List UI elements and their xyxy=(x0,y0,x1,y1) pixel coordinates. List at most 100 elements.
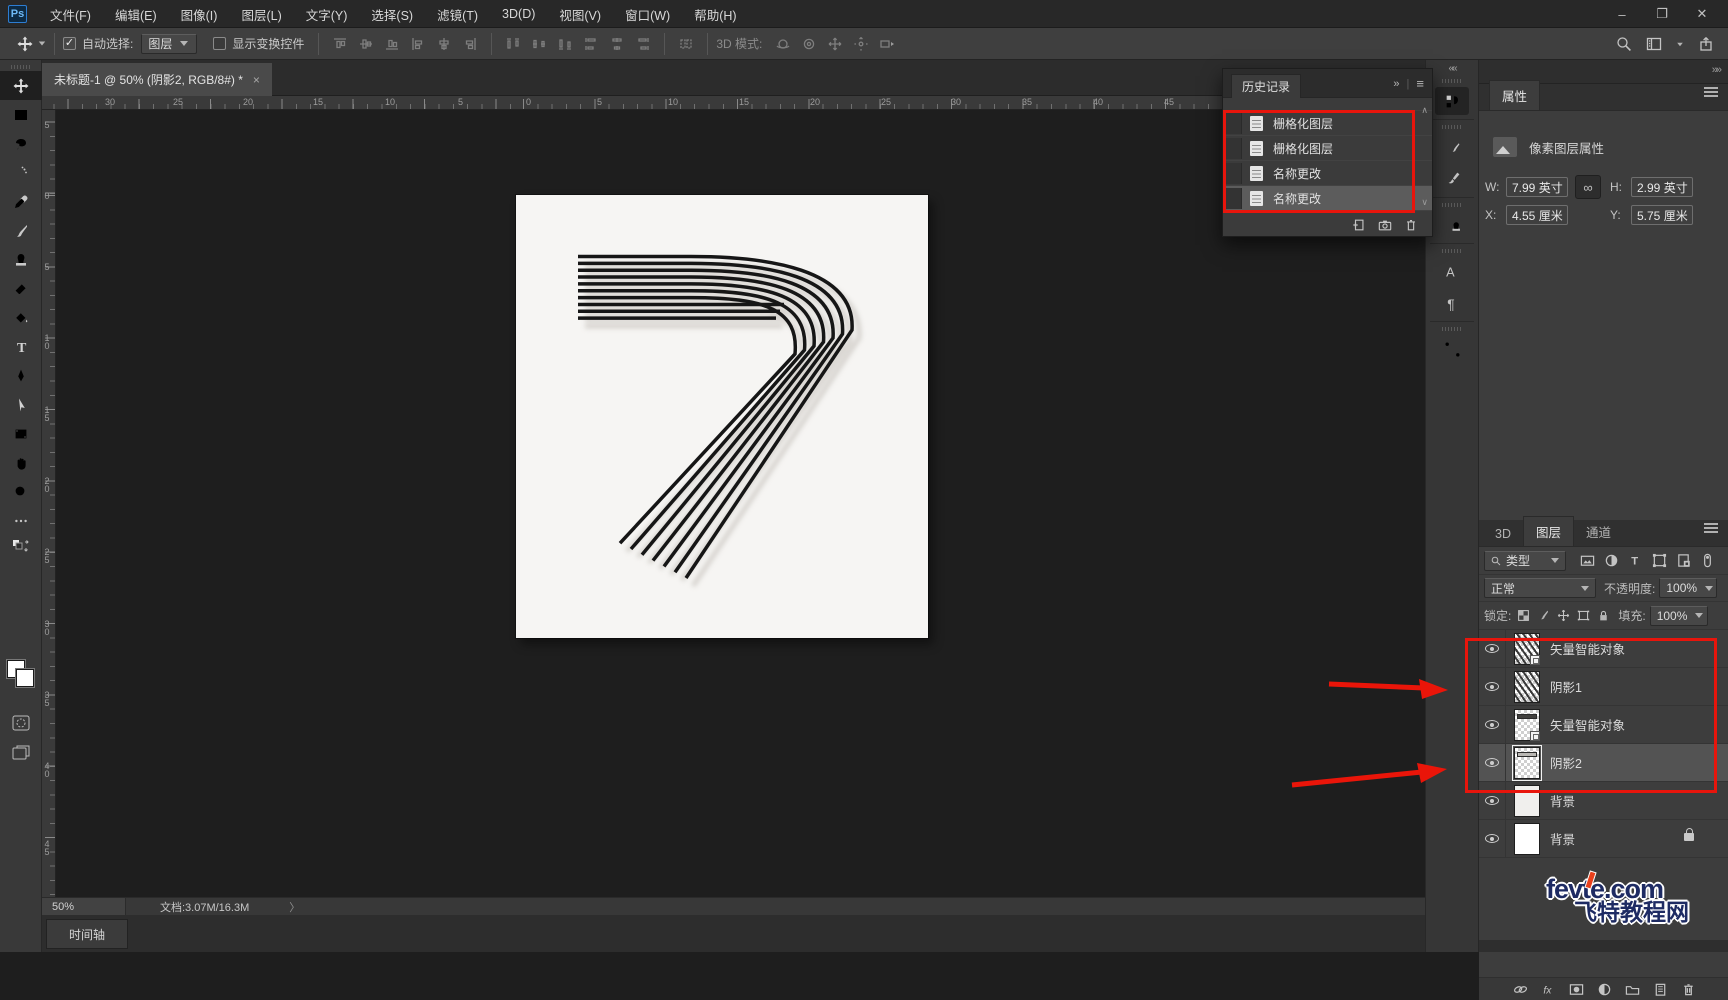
3d-slide-icon[interactable] xyxy=(850,33,872,55)
tool-eyedropper[interactable] xyxy=(0,187,42,216)
tool-zoom[interactable] xyxy=(0,477,42,506)
layer-name[interactable]: 矢量智能对象 xyxy=(1550,715,1625,734)
menu-item-6[interactable]: 滤镜(T) xyxy=(427,1,488,28)
history-item-1[interactable]: 栅格化图层 xyxy=(1223,136,1432,161)
menu-item-5[interactable]: 选择(S) xyxy=(361,1,423,28)
layer-name[interactable]: 阴影2 xyxy=(1550,753,1582,772)
history-source-checkbox[interactable] xyxy=(1225,138,1242,159)
tab-layers[interactable]: 图层 xyxy=(1523,516,1574,546)
tab-channels[interactable]: 通道 xyxy=(1574,517,1623,546)
link-dimensions-button[interactable]: ∞ xyxy=(1575,175,1601,199)
chevron-down-icon[interactable] xyxy=(1677,42,1683,46)
panel-button-character[interactable]: A xyxy=(1435,257,1469,285)
layer-thumbnail[interactable] xyxy=(1514,671,1540,703)
history-source-checkbox[interactable] xyxy=(1225,163,1242,184)
tool-quick-select[interactable] xyxy=(0,158,42,187)
layer-thumbnail[interactable] xyxy=(1514,633,1540,665)
visibility-toggle[interactable] xyxy=(1479,744,1506,782)
filter-toggle-icon[interactable] xyxy=(1700,553,1715,568)
layer-name[interactable]: 阴影1 xyxy=(1550,677,1582,696)
document-tab[interactable]: 未标题-1 @ 50% (阴影2, RGB/8#) * × xyxy=(42,63,272,96)
toolbar-grip[interactable] xyxy=(11,65,31,69)
show-transform-checkbox[interactable] xyxy=(213,37,226,50)
scroll-up-icon[interactable]: ∧ xyxy=(1421,105,1428,116)
panel-button-brushes[interactable] xyxy=(1435,165,1469,193)
tool-preset-caret[interactable] xyxy=(39,42,45,46)
blend-mode-dropdown[interactable]: 正常 xyxy=(1484,578,1596,598)
layer-filter-dropdown[interactable]: 类型 xyxy=(1484,551,1566,571)
layer-thumbnail[interactable] xyxy=(1514,785,1540,817)
visibility-toggle[interactable] xyxy=(1479,782,1506,820)
visibility-toggle[interactable] xyxy=(1479,630,1506,668)
width-field[interactable]: 7.99 英寸 xyxy=(1506,177,1568,197)
tool-hand[interactable] xyxy=(0,448,42,477)
filter-type-icon[interactable]: T xyxy=(1628,553,1643,568)
delete-layer-icon[interactable] xyxy=(1681,982,1696,997)
auto-align-icon[interactable] xyxy=(675,33,697,55)
menu-item-8[interactable]: 视图(V) xyxy=(549,1,611,28)
adjustment-icon[interactable] xyxy=(1597,982,1612,997)
visibility-toggle[interactable] xyxy=(1479,706,1506,744)
filter-smart-icon[interactable] xyxy=(1676,553,1691,568)
group-icon[interactable] xyxy=(1625,982,1640,997)
collapse-panel-icon[interactable]: » xyxy=(1393,78,1399,90)
layer-row-2[interactable]: 矢量智能对象 xyxy=(1479,706,1728,744)
menu-item-2[interactable]: 图像(I) xyxy=(171,1,228,28)
artboard[interactable] xyxy=(516,195,928,638)
panel-button-clone-source[interactable] xyxy=(1435,211,1469,239)
tool-brush[interactable] xyxy=(0,216,42,245)
align-middle-v-icon[interactable] xyxy=(355,33,377,55)
lock-artboard-icon[interactable] xyxy=(1577,609,1590,622)
tool-paint-bucket[interactable] xyxy=(0,303,42,332)
history-item-2[interactable]: 名称更改 xyxy=(1223,161,1432,186)
3d-rotate-icon[interactable] xyxy=(772,33,794,55)
layer-row-0[interactable]: 矢量智能对象 xyxy=(1479,630,1728,668)
menu-item-3[interactable]: 图层(L) xyxy=(231,1,291,28)
delete-state-icon[interactable] xyxy=(1404,218,1418,232)
visibility-toggle[interactable] xyxy=(1479,820,1506,858)
layer-name[interactable]: 背景 xyxy=(1550,791,1575,810)
panel-button-properties[interactable] xyxy=(1435,87,1469,115)
align-bottom-icon[interactable] xyxy=(381,33,403,55)
close-button[interactable]: ✕ xyxy=(1682,0,1722,28)
3d-roll-icon[interactable] xyxy=(798,33,820,55)
layer-row-4[interactable]: 背景 xyxy=(1479,782,1728,820)
fx-icon[interactable]: fx xyxy=(1541,982,1556,997)
link-layers-icon[interactable] xyxy=(1513,982,1528,997)
zoom-level-field[interactable]: 50% xyxy=(42,898,126,916)
panel-button-paragraph[interactable]: ¶ xyxy=(1435,289,1469,317)
tool-marquee[interactable] xyxy=(0,100,42,129)
dist-middle-icon[interactable] xyxy=(528,33,550,55)
tool-eraser[interactable] xyxy=(0,274,42,303)
tool-move[interactable] xyxy=(0,71,42,100)
panel-button-tool-presets[interactable] xyxy=(1435,335,1469,363)
panel-button-brush-settings[interactable] xyxy=(1435,133,1469,161)
timeline-tab[interactable]: 时间轴 xyxy=(46,919,128,949)
tool-shape[interactable] xyxy=(0,419,42,448)
layer-row-5[interactable]: 背景 xyxy=(1479,820,1728,858)
x-field[interactable]: 4.55 厘米 xyxy=(1506,205,1568,225)
menu-item-10[interactable]: 帮助(H) xyxy=(684,1,746,28)
history-item-0[interactable]: 栅格化图层 xyxy=(1223,111,1432,136)
align-center-h-icon[interactable] xyxy=(433,33,455,55)
new-snapshot-icon[interactable] xyxy=(1378,218,1392,232)
visibility-toggle[interactable] xyxy=(1479,668,1506,706)
tab-close-icon[interactable]: × xyxy=(253,73,260,87)
maximize-button[interactable]: ❐ xyxy=(1642,0,1682,28)
menu-item-4[interactable]: 文字(Y) xyxy=(296,1,358,28)
height-field[interactable]: 2.99 英寸 xyxy=(1631,177,1693,197)
history-item-3[interactable]: 名称更改 xyxy=(1223,186,1432,211)
filter-image-icon[interactable] xyxy=(1580,553,1595,568)
layer-name[interactable]: 背景 xyxy=(1550,829,1575,848)
dist-bottom-icon[interactable] xyxy=(554,33,576,55)
dist-left-icon[interactable] xyxy=(580,33,602,55)
search-icon[interactable] xyxy=(1616,36,1632,52)
panel-menu-icon[interactable]: ≡ xyxy=(1416,76,1424,91)
layer-name[interactable]: 矢量智能对象 xyxy=(1550,639,1625,658)
lock-position-icon[interactable] xyxy=(1557,609,1570,622)
tool-more[interactable] xyxy=(0,506,42,535)
filter-adjust-icon[interactable] xyxy=(1604,553,1619,568)
background-color[interactable] xyxy=(16,669,34,687)
new-doc-from-state-icon[interactable] xyxy=(1352,218,1366,232)
fill-dropdown[interactable]: 100% xyxy=(1650,606,1708,626)
